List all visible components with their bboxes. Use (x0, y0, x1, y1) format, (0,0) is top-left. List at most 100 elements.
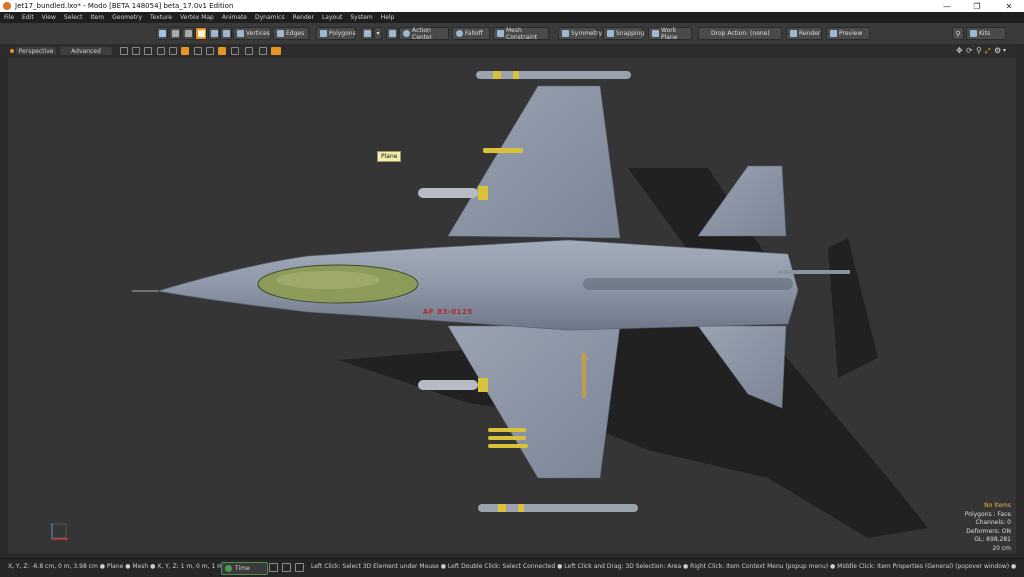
3d-viewport[interactable]: AF 83-0125 (8, 58, 1016, 553)
render-region-icon[interactable] (271, 47, 281, 55)
component-mode-button[interactable] (361, 27, 373, 40)
clock-icon (225, 565, 232, 572)
symmetry-label: Symmetry (571, 30, 603, 37)
gear-icon[interactable]: ⚙ (994, 46, 1001, 55)
screenshot-icon[interactable] (259, 47, 267, 55)
chevron-down-icon[interactable]: ▾ (1003, 47, 1006, 54)
preview-label: Preview (839, 30, 863, 37)
zoom-view-icon[interactable]: ⚲ (976, 46, 982, 55)
select-tool-button[interactable] (156, 27, 168, 40)
item-mode-button[interactable] (208, 27, 220, 40)
mesh-constraint-button[interactable]: Mesh Constraint (493, 26, 549, 41)
drop-action-dropdown[interactable]: Drop Action: (none) (698, 27, 782, 40)
render-label: Render (799, 30, 821, 37)
camera-icon[interactable] (231, 47, 239, 55)
menu-bar: File Edit View Select Item Geometry Text… (0, 12, 1024, 23)
mesh-constraint-icon (497, 30, 504, 37)
minimize-icon[interactable]: — (932, 0, 962, 12)
menu-layout[interactable]: Layout (318, 14, 346, 21)
kits-button[interactable]: Kits (966, 27, 1006, 40)
wireframe-icon[interactable] (132, 47, 140, 55)
view-type-dropdown[interactable]: Perspective (16, 47, 56, 55)
move-view-icon[interactable]: ✥ (956, 46, 963, 55)
menu-system[interactable]: System (346, 14, 376, 21)
restore-icon[interactable]: ❐ (962, 0, 992, 12)
sliders-icon[interactable] (295, 563, 304, 572)
rotate-view-icon[interactable]: ⟳ (966, 46, 973, 55)
work-plane-button[interactable]: Work Plane (648, 27, 692, 41)
polygons-icon (320, 30, 327, 37)
close-icon[interactable]: ✕ (994, 0, 1024, 12)
texture-icon[interactable] (218, 47, 226, 55)
menu-dynamics[interactable]: Dynamics (251, 14, 289, 21)
ao-icon[interactable] (181, 47, 189, 55)
layout-icon[interactable] (269, 563, 278, 572)
materials-mode-button[interactable] (220, 27, 232, 40)
auto-select-button[interactable] (195, 27, 207, 40)
menu-render[interactable]: Render (289, 14, 318, 21)
reflections-icon[interactable] (194, 47, 202, 55)
maximize-viewport-icon[interactable]: ⤢ (985, 47, 991, 56)
visibility-icon[interactable] (245, 47, 253, 55)
viewport-dot-icon (10, 49, 14, 53)
material-icon (222, 30, 230, 37)
edges-icon (277, 30, 284, 37)
action-center-label: Action Center (412, 26, 433, 41)
coordinate-readout: X, Y, Z: -6.8 cm, 0 m, 3.98 cm ● Plane ●… (8, 563, 223, 570)
grid-icon[interactable] (120, 47, 128, 55)
action-center-button[interactable]: Action Center (399, 26, 449, 41)
menu-animate[interactable]: Animate (218, 14, 251, 21)
menu-item[interactable]: Item (86, 14, 108, 21)
backdrop-icon[interactable] (144, 47, 152, 55)
falloff-button[interactable]: Falloff (452, 27, 490, 40)
cube-icon (210, 30, 218, 37)
mesh-constraint-label: Mesh Constraint (506, 26, 538, 41)
left-panel-edge (0, 58, 8, 558)
falloff-label: Falloff (465, 30, 483, 37)
lights-icon[interactable] (169, 47, 177, 55)
item-tooltip: Plane (377, 151, 402, 162)
time-button[interactable]: Time (221, 562, 268, 575)
symmetry-button[interactable]: Symmetry (558, 27, 602, 40)
menu-select[interactable]: Select (60, 14, 87, 21)
search-icon: ⚲ (955, 29, 961, 38)
brush-icon (184, 30, 192, 37)
viewport-header: Perspective Advanced ✥ ⟳ ⚲ ⤢ ⚙ ▾ (0, 44, 1024, 58)
component-mode-dropdown[interactable]: ▾ (374, 27, 382, 40)
component-icon (363, 30, 371, 37)
vertices-mode-button[interactable]: Vertices (233, 27, 271, 40)
menu-texture[interactable]: Texture (146, 14, 176, 21)
menu-edit[interactable]: Edit (18, 14, 38, 21)
polygons-mode-button[interactable]: Polygons (316, 27, 356, 40)
kits-label: Kits (979, 30, 991, 37)
timeline-icon[interactable] (282, 563, 291, 572)
symmetry-icon (562, 30, 569, 37)
shadows-icon[interactable] (157, 47, 165, 55)
polygons-info: Polygons : Face (964, 510, 1011, 518)
action-center-icon (403, 30, 410, 37)
edges-mode-button[interactable]: Edges (273, 27, 309, 40)
pivot-mode-button[interactable] (386, 27, 398, 40)
menu-view[interactable]: View (38, 14, 60, 21)
status-bar: X, Y, Z: -6.8 cm, 0 m, 3.98 cm ● Plane ●… (0, 558, 1024, 577)
time-label: Time (235, 565, 250, 572)
work-plane-icon (652, 30, 659, 37)
render-button[interactable]: Render (786, 27, 822, 40)
wing-upper (447, 85, 787, 239)
snapping-button[interactable]: Snapping (603, 27, 644, 40)
polygons-label: Polygons (329, 30, 356, 37)
menu-file[interactable]: File (0, 14, 18, 21)
preview-button[interactable]: Preview (826, 27, 870, 40)
transparency-icon[interactable] (206, 47, 214, 55)
menu-help[interactable]: Help (377, 14, 399, 21)
select-through-button[interactable] (169, 27, 181, 40)
view-type-label: Perspective (18, 47, 54, 55)
menu-vertex-map[interactable]: Vertex Map (176, 14, 218, 21)
menu-geometry[interactable]: Geometry (108, 14, 146, 21)
search-button[interactable]: ⚲ (952, 27, 964, 40)
select-paint-button[interactable] (182, 27, 194, 40)
mouse-hint-text: Left Click: Select 3D Element under Mous… (311, 563, 1017, 570)
lasso-icon (171, 30, 179, 37)
shading-dropdown[interactable]: Advanced (60, 47, 112, 55)
viewport-info-overlay: No Items Polygons : Face Channels: 0 Def… (965, 502, 1011, 554)
